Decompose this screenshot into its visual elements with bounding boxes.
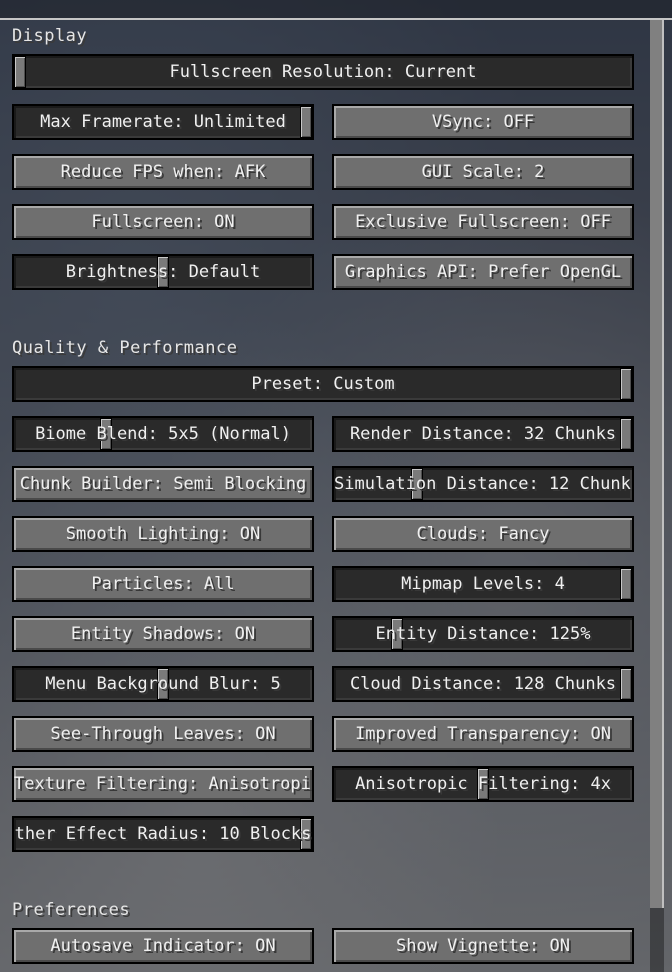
texture-filtering-button[interactable]: Texture Filtering: Anisotropic (12, 766, 314, 802)
slider-label: Anisotropic Filtering: 4x (355, 774, 611, 794)
simulation-distance-slider[interactable]: Simulation Distance: 12 Chunks (332, 466, 634, 502)
show-vignette-button[interactable]: Show Vignette: ON (332, 928, 634, 964)
vsync-button[interactable]: VSync: OFF (332, 104, 634, 140)
slider-handle[interactable] (620, 368, 632, 400)
section-title-display: Display (12, 26, 88, 46)
slider-label: Fullscreen Resolution: Current (169, 62, 477, 82)
exclusive-fullscreen-button[interactable]: Exclusive Fullscreen: OFF (332, 204, 634, 240)
mipmap-levels-slider[interactable]: Mipmap Levels: 4 (332, 566, 634, 602)
slider-label: Preset: Custom (251, 374, 395, 394)
preset-slider[interactable]: Preset: Custom (12, 366, 634, 402)
fullscreen-button[interactable]: Fullscreen: ON (12, 204, 314, 240)
render-distance-slider[interactable]: Render Distance: 32 Chunks (332, 416, 634, 452)
chunk-builder-button[interactable]: Chunk Builder: Semi Blocking (12, 466, 314, 502)
section-title-preferences: Preferences (12, 900, 131, 920)
autosave-indicator-button[interactable]: Autosave Indicator: ON (12, 928, 314, 964)
slider-handle[interactable] (620, 418, 632, 450)
slider-handle[interactable] (14, 56, 26, 88)
slider-label: Brightness: Default (65, 262, 261, 282)
scrollbar-thumb[interactable] (650, 20, 664, 908)
menu-background-blur-slider[interactable]: Menu Background Blur: 5 (12, 666, 314, 702)
brightness-slider[interactable]: Brightness: Default (12, 254, 314, 290)
section-title-quality: Quality & Performance (12, 338, 238, 358)
max-framerate-slider[interactable]: Max Framerate: Unlimited (12, 104, 314, 140)
slider-label: ther Effect Radius: 10 Blocks (14, 824, 312, 844)
clouds-button[interactable]: Clouds: Fancy (332, 516, 634, 552)
slider-label: Cloud Distance: 128 Chunks (349, 674, 617, 694)
slider-label: Simulation Distance: 12 Chunks (334, 474, 634, 494)
see-through-leaves-button[interactable]: See-Through Leaves: ON (12, 716, 314, 752)
cloud-distance-slider[interactable]: Cloud Distance: 128 Chunks (332, 666, 634, 702)
weather-effect-radius-slider[interactable]: ther Effect Radius: 10 Blocks (12, 816, 314, 852)
slider-handle[interactable] (620, 668, 632, 700)
slider-label: Biome Blend: 5x5 (Normal) (35, 424, 291, 444)
reduce-fps-button[interactable]: Reduce FPS when: AFK (12, 154, 314, 190)
slider-label: Entity Distance: 125% (375, 624, 591, 644)
improved-transparency-button[interactable]: Improved Transparency: ON (332, 716, 634, 752)
graphics-api-button[interactable]: Graphics API: Prefer OpenGL (332, 254, 634, 290)
header-bar (0, 0, 672, 20)
entity-shadows-button[interactable]: Entity Shadows: ON (12, 616, 314, 652)
smooth-lighting-button[interactable]: Smooth Lighting: ON (12, 516, 314, 552)
entity-distance-slider[interactable]: Entity Distance: 125% (332, 616, 634, 652)
settings-list[interactable]: Display Fullscreen Resolution: Current M… (0, 20, 672, 972)
slider-label: Menu Background Blur: 5 (45, 674, 281, 694)
gui-scale-button[interactable]: GUI Scale: 2 (332, 154, 634, 190)
anisotropic-filtering-slider[interactable]: Anisotropic Filtering: 4x (332, 766, 634, 802)
slider-label: Render Distance: 32 Chunks (349, 424, 617, 444)
slider-handle[interactable] (300, 106, 312, 138)
fullscreen-resolution-slider[interactable]: Fullscreen Resolution: Current (12, 54, 634, 90)
slider-label: Mipmap Levels: 4 (401, 574, 565, 594)
slider-label: Max Framerate: Unlimited (40, 112, 286, 132)
particles-button[interactable]: Particles: All (12, 566, 314, 602)
slider-handle[interactable] (620, 568, 632, 600)
biome-blend-slider[interactable]: Biome Blend: 5x5 (Normal) (12, 416, 314, 452)
